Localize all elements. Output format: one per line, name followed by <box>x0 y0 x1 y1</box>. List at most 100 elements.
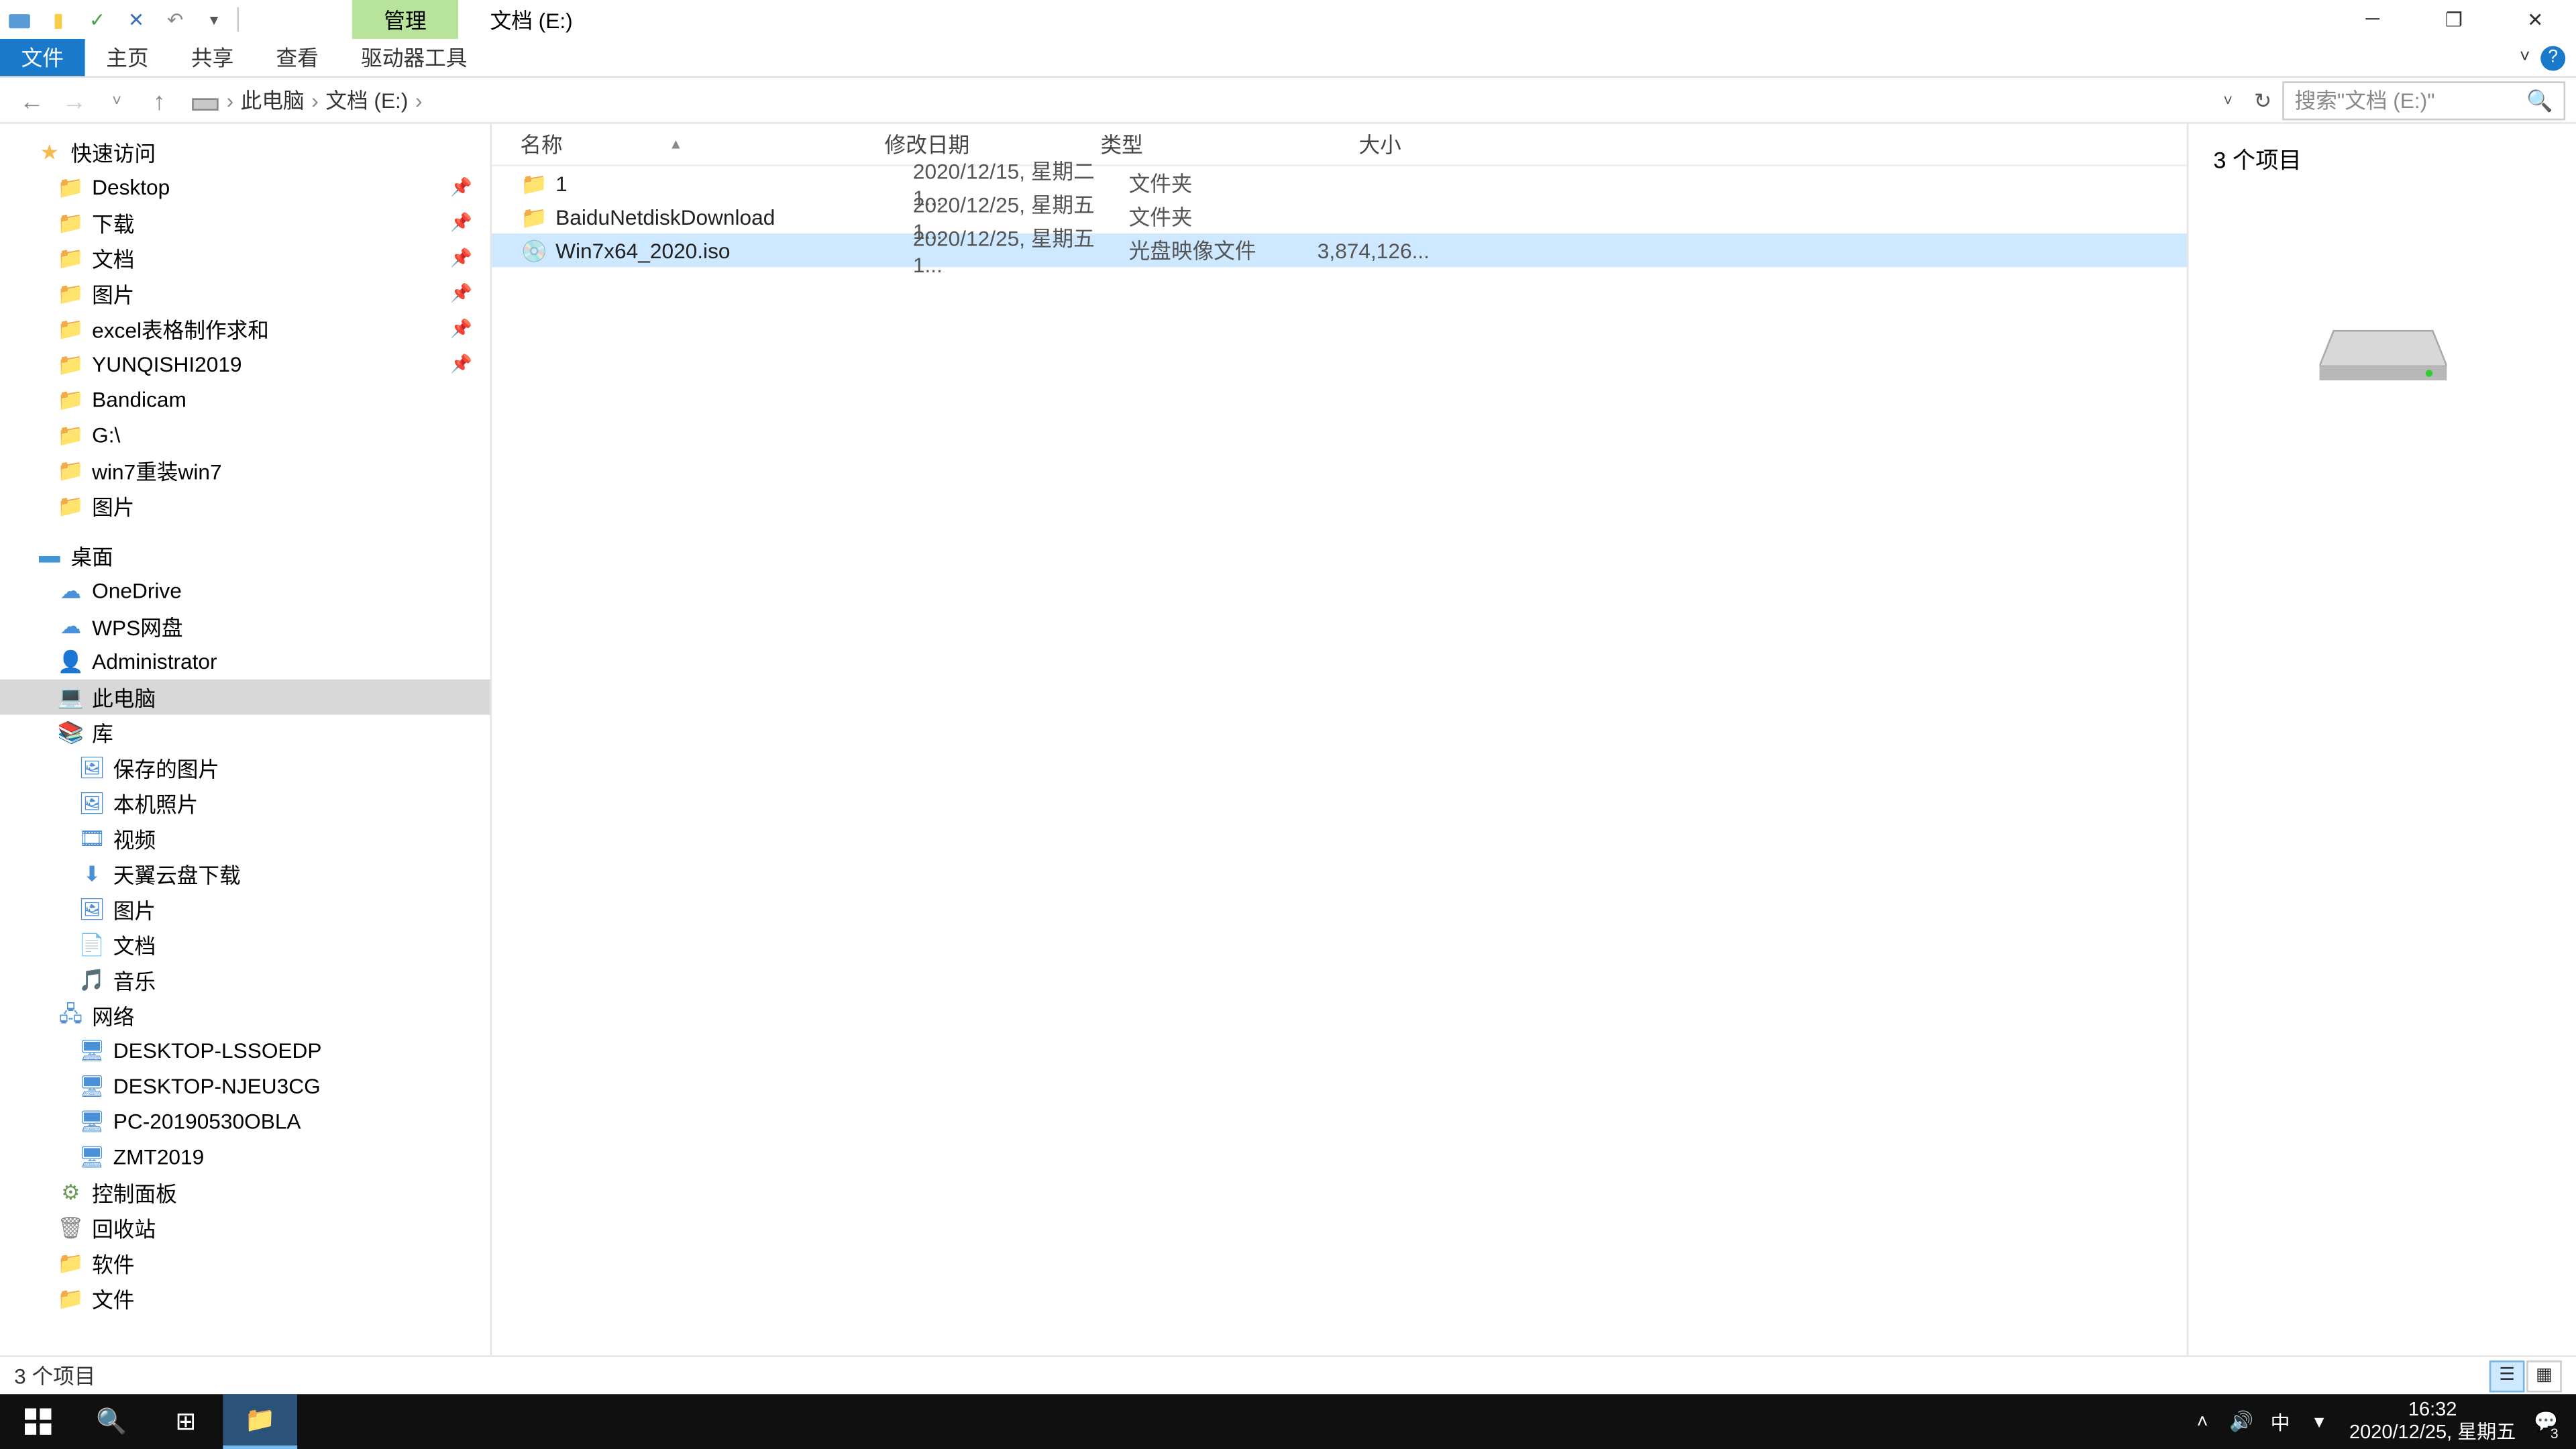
ribbon-tab-file[interactable]: 文件 <box>0 39 85 76</box>
breadcrumb[interactable]: › 此电脑 › 文档 (E:) › <box>180 85 2212 115</box>
minimize-button[interactable]: ─ <box>2332 0 2413 39</box>
maximize-button[interactable]: ❐ <box>2413 0 2494 39</box>
sidebar-item-label: PC-20190530OBLA <box>113 1110 301 1134</box>
qat-properties-icon[interactable]: ✓ <box>81 3 113 35</box>
sidebar-recent-item[interactable]: 📁 G:\ <box>0 417 490 453</box>
sidebar-item[interactable]: 📚 库 <box>0 714 490 750</box>
sidebar-quick-access[interactable]: ★ 快速访问 <box>0 134 490 170</box>
breadcrumb-location[interactable]: 文档 (E:) <box>325 85 408 115</box>
icons-view-button[interactable]: ▦ <box>2526 1360 2562 1391</box>
sidebar-item[interactable]: 🖥 ZMT2019 <box>0 1139 490 1175</box>
file-row[interactable]: 📁 1 2020/12/15, 星期二 1... 文件夹 <box>492 166 2187 200</box>
sidebar-pinned-item[interactable]: 📁 YUNQISHI2019 📌 <box>0 347 490 382</box>
sidebar-item-label: 文件 <box>92 1283 134 1313</box>
pin-icon: 📌 <box>450 178 472 197</box>
task-view-button[interactable]: ⊞ <box>149 1394 223 1449</box>
qat-customize-dropdown[interactable]: ▼ <box>198 3 229 35</box>
sidebar-item[interactable]: ⬇ 天翼云盘下载 <box>0 856 490 892</box>
sidebar-item-label: 软件 <box>92 1248 134 1279</box>
ribbon-expand-icon[interactable]: ˅ <box>2520 48 2530 67</box>
ribbon-tab-share[interactable]: 共享 <box>170 39 255 76</box>
folder-icon: 📁 <box>520 203 548 231</box>
up-button[interactable]: ↑ <box>138 78 180 121</box>
column-header-name[interactable]: 名称▲ <box>492 129 884 160</box>
sidebar-pinned-item[interactable]: 📁 Desktop 📌 <box>0 170 490 205</box>
refresh-button[interactable]: ↻ <box>2243 88 2282 113</box>
folder-icon: 📁 <box>520 169 548 197</box>
action-center-icon[interactable]: 💬3 <box>2526 1394 2565 1449</box>
sidebar-item[interactable]: ⚙ 控制面板 <box>0 1175 490 1210</box>
ribbon-tab-drive-tools[interactable]: 驱动器工具 <box>340 39 489 76</box>
sidebar-pinned-item[interactable]: 📁 文档 📌 <box>0 241 490 276</box>
column-header-type[interactable]: 类型 <box>1100 129 1277 160</box>
close-button[interactable]: ✕ <box>2495 0 2576 39</box>
sidebar-pinned-item[interactable]: 📁 下载 📌 <box>0 205 490 241</box>
sidebar-item[interactable]: 🗑 回收站 <box>0 1210 490 1246</box>
search-input[interactable]: 搜索"文档 (E:)" 🔍 <box>2282 80 2565 119</box>
sidebar-item[interactable]: 🎵 音乐 <box>0 963 490 998</box>
chevron-right-icon[interactable]: › <box>308 88 322 113</box>
breadcrumb-this-pc[interactable]: 此电脑 <box>241 85 305 115</box>
sidebar-item-label: 天翼云盘下载 <box>113 859 241 889</box>
ribbon-tab-home[interactable]: 主页 <box>85 39 170 76</box>
sidebar-desktop[interactable]: ▬ 桌面 <box>0 538 490 574</box>
column-header-date[interactable]: 修改日期 <box>885 129 1101 160</box>
search-button[interactable]: 🔍 <box>74 1394 149 1449</box>
file-row[interactable]: 💿 Win7x64_2020.iso 2020/12/25, 星期五 1... … <box>492 233 2187 267</box>
chevron-right-icon[interactable]: › <box>412 88 426 113</box>
recent-locations-dropdown[interactable]: ˅ <box>95 78 138 121</box>
file-explorer-taskbar-icon[interactable]: 📁 <box>223 1394 297 1449</box>
sidebar-item[interactable]: 🖼 本机照片 <box>0 786 490 821</box>
ime-icon[interactable]: 中 <box>2261 1394 2300 1449</box>
sidebar-pinned-item[interactable]: 📁 图片 📌 <box>0 276 490 311</box>
address-dropdown-icon[interactable]: ˅ <box>2212 91 2243 109</box>
qat-folder-icon[interactable]: ▮ <box>42 3 74 35</box>
help-icon[interactable]: ? <box>2540 45 2565 70</box>
sidebar-label: 桌面 <box>70 541 113 571</box>
taskbar-time: 16:32 <box>2349 1400 2516 1421</box>
sidebar-item[interactable]: 🖥 PC-20190530OBLA <box>0 1104 490 1140</box>
sidebar-recent-item[interactable]: 📁 图片 <box>0 488 490 524</box>
sidebar-item-label: excel表格制作求和 <box>92 314 269 344</box>
sidebar-item[interactable]: 📁 软件 <box>0 1246 490 1281</box>
sidebar-item[interactable]: 🖼 保存的图片 <box>0 750 490 786</box>
sidebar-recent-item[interactable]: 📁 Bandicam <box>0 382 490 418</box>
taskbar-clock[interactable]: 16:32 2020/12/25, 星期五 <box>2339 1400 2526 1443</box>
qat-app-icon[interactable] <box>3 3 35 35</box>
sidebar-item[interactable]: ☁ WPS网盘 <box>0 608 490 644</box>
sidebar-item[interactable]: 👤 Administrator <box>0 644 490 680</box>
sidebar-item[interactable]: 💻 此电脑 <box>0 680 490 715</box>
details-view-button[interactable]: ☰ <box>2489 1360 2525 1391</box>
file-row[interactable]: 📁 BaiduNetdiskDownload 2020/12/25, 星期五 1… <box>492 200 2187 233</box>
titlebar-center: 管理 文档 (E:) <box>246 0 2332 39</box>
contextual-tab-manage[interactable]: 管理 <box>352 0 458 39</box>
qat-delete-icon[interactable]: ✕ <box>120 3 152 35</box>
taskbar: 🔍 ⊞ 📁 ˄ 🔊 中 ▾ 16:32 2020/12/25, 星期五 💬3 <box>0 1394 2576 1449</box>
search-icon[interactable]: 🔍 <box>2526 88 2553 113</box>
forward-button[interactable]: → <box>53 78 95 121</box>
chevron-right-icon[interactable]: › <box>223 88 237 113</box>
sidebar-item[interactable]: 🖧 网络 <box>0 998 490 1033</box>
volume-icon[interactable]: 🔊 <box>2222 1394 2261 1449</box>
sidebar-recent-item[interactable]: 📁 win7重装win7 <box>0 453 490 488</box>
qat-undo-icon[interactable]: ↶ <box>159 3 191 35</box>
ribbon-tab-view[interactable]: 查看 <box>255 39 340 76</box>
sidebar-item[interactable]: 🖥 DESKTOP-NJEU3CG <box>0 1069 490 1104</box>
back-button[interactable]: ← <box>11 78 53 121</box>
tray-overflow-icon[interactable]: ˄ <box>2183 1394 2222 1449</box>
sidebar-item[interactable]: 📁 文件 <box>0 1281 490 1316</box>
taskbar-date: 2020/12/25, 星期五 <box>2349 1421 2516 1443</box>
column-header-size[interactable]: 大小 <box>1277 129 1401 160</box>
sidebar-item[interactable]: 🖼 图片 <box>0 892 490 927</box>
sidebar-item[interactable]: 🖥 DESKTOP-LSSOEDP <box>0 1033 490 1069</box>
sidebar-item[interactable]: 🎞 视频 <box>0 821 490 857</box>
separator <box>237 7 239 32</box>
sidebar-item[interactable]: ☁ OneDrive <box>0 574 490 609</box>
tray-app-icon[interactable]: ▾ <box>2300 1394 2339 1449</box>
sidebar-item-label: win7重装win7 <box>92 455 222 486</box>
sidebar-pinned-item[interactable]: 📁 excel表格制作求和 📌 <box>0 311 490 347</box>
search-placeholder: 搜索"文档 (E:)" <box>2295 85 2435 115</box>
sidebar-item-label: 文档 <box>113 930 156 960</box>
sidebar-item[interactable]: 📄 文档 <box>0 927 490 963</box>
start-button[interactable] <box>0 1394 74 1449</box>
